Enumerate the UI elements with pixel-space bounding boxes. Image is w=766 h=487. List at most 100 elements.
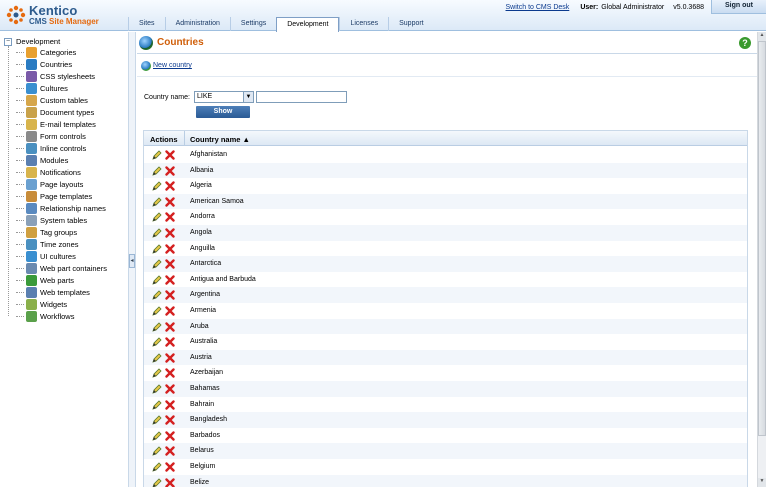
delete-x-icon[interactable]: [165, 321, 175, 332]
tree-item-notifications[interactable]: Notifications: [16, 166, 81, 178]
country-name-cell: Belgium: [190, 463, 216, 470]
tab-administration[interactable]: Administration: [164, 17, 230, 31]
delete-x-icon[interactable]: [165, 290, 175, 301]
tree-item-css-stylesheets[interactable]: CSS stylesheets: [16, 70, 95, 82]
edit-pencil-icon[interactable]: [152, 259, 162, 269]
edit-pencil-icon[interactable]: [152, 275, 162, 285]
edit-pencil-icon[interactable]: [152, 446, 162, 457]
edit-pencil-icon[interactable]: [152, 290, 162, 301]
edit-pencil-icon[interactable]: [152, 181, 162, 191]
delete-x-icon[interactable]: [165, 462, 175, 472]
edit-pencil-icon[interactable]: [152, 462, 162, 472]
vertical-scrollbar[interactable]: ▲ ▼: [757, 32, 766, 487]
delete-x-icon[interactable]: [165, 337, 175, 347]
table-row: Bahrain: [144, 397, 747, 413]
delete-x-icon[interactable]: [165, 477, 175, 487]
tree-item-system-tables[interactable]: System tables: [16, 214, 87, 226]
tree-item-document-types[interactable]: Document types: [16, 106, 94, 118]
tree-connector: [16, 75, 24, 77]
country-name-filter-input[interactable]: [256, 91, 347, 103]
countries-grid: Actions Country name ▲ Afghanistan Albani…: [143, 130, 748, 487]
tab-sites[interactable]: Sites: [128, 17, 165, 31]
help-icon[interactable]: ?: [739, 37, 751, 49]
delete-x-icon[interactable]: [165, 212, 175, 223]
tree-item-tag-groups[interactable]: Tag groups: [16, 226, 77, 238]
edit-pencil-icon[interactable]: [152, 337, 162, 347]
delete-x-icon[interactable]: [165, 353, 175, 363]
tree-item-e-mail-templates[interactable]: E-mail templates: [16, 118, 96, 130]
show-button[interactable]: Show: [196, 106, 250, 118]
tree-root-development[interactable]: − Development: [4, 37, 60, 46]
delete-x-icon[interactable]: [165, 165, 175, 176]
delete-x-icon[interactable]: [165, 368, 175, 379]
switch-to-cms-desk-link[interactable]: Switch to CMS Desk: [506, 4, 570, 11]
table-row: Angola: [144, 225, 747, 241]
edit-pencil-icon[interactable]: [152, 400, 162, 410]
tab-licenses[interactable]: Licenses: [339, 17, 388, 31]
tab-support[interactable]: Support: [388, 17, 434, 31]
delete-x-icon[interactable]: [165, 399, 175, 410]
scrollbar-thumb[interactable]: [758, 41, 766, 436]
tree-item-workflows[interactable]: Workflows: [16, 310, 74, 322]
delete-x-icon[interactable]: [165, 446, 175, 457]
delete-x-icon[interactable]: [165, 259, 175, 269]
tree-item-label: E-mail templates: [40, 119, 96, 129]
edit-pencil-icon[interactable]: [152, 197, 162, 207]
edit-pencil-icon[interactable]: [152, 368, 162, 379]
edit-pencil-icon[interactable]: [152, 478, 162, 487]
tree-item-web-parts[interactable]: Web parts: [16, 274, 74, 286]
edit-pencil-icon[interactable]: [152, 150, 162, 160]
edit-pencil-icon[interactable]: [152, 415, 162, 425]
new-country-globe-icon[interactable]: [141, 61, 151, 71]
edit-pencil-icon[interactable]: [152, 166, 162, 176]
delete-x-icon[interactable]: [165, 181, 175, 191]
delete-x-icon[interactable]: [165, 415, 175, 425]
tree-item-web-part-containers[interactable]: Web part containers: [16, 262, 107, 274]
tree-item-label: System tables: [40, 215, 88, 225]
tab-development[interactable]: Development: [276, 17, 340, 32]
delete-x-icon[interactable]: [165, 228, 175, 238]
delete-x-icon[interactable]: [165, 243, 175, 254]
tree-item-countries[interactable]: Countries: [16, 58, 72, 70]
tree-item-widgets[interactable]: Widgets: [16, 298, 67, 310]
tree-collapse-toggle-icon[interactable]: −: [4, 37, 12, 46]
tree-item-page-templates[interactable]: Page templates: [16, 190, 92, 202]
notification-icon: [26, 166, 37, 178]
tree-item-custom-tables[interactable]: Custom tables: [16, 94, 88, 106]
tree-item-ui-cultures[interactable]: UI cultures: [16, 250, 76, 262]
tree-item-categories[interactable]: Categories: [16, 46, 76, 58]
chevron-down-icon[interactable]: ▼: [243, 92, 253, 102]
delete-x-icon[interactable]: [165, 197, 175, 207]
tree-item-modules[interactable]: Modules: [16, 154, 68, 166]
scroll-up-icon[interactable]: ▲: [758, 32, 766, 41]
edit-pencil-icon[interactable]: [152, 306, 162, 316]
kentico-logo-mark-icon: [6, 5, 26, 25]
delete-x-icon[interactable]: [165, 275, 175, 285]
scroll-down-icon[interactable]: ▼: [758, 478, 766, 487]
filter-operator-select[interactable]: LIKE ▼: [194, 91, 254, 103]
tree-item-relationship-names[interactable]: Relationship names: [16, 202, 106, 214]
delete-x-icon[interactable]: [165, 306, 175, 316]
collapse-panel-icon[interactable]: ◂: [129, 254, 135, 268]
edit-pencil-icon[interactable]: [152, 322, 162, 332]
edit-pencil-icon[interactable]: [152, 353, 162, 363]
edit-pencil-icon[interactable]: [152, 212, 162, 223]
column-header-country-name[interactable]: Country name ▲: [190, 135, 250, 144]
tree-item-cultures[interactable]: Cultures: [16, 82, 68, 94]
tree-item-label: Cultures: [40, 83, 68, 93]
new-country-link[interactable]: New country: [153, 62, 192, 69]
sign-out-button[interactable]: Sign out: [711, 0, 766, 14]
tab-settings[interactable]: Settings: [229, 17, 276, 31]
edit-pencil-icon[interactable]: [152, 431, 162, 441]
tree-item-web-templates[interactable]: Web templates: [16, 286, 90, 298]
delete-x-icon[interactable]: [165, 150, 175, 160]
edit-pencil-icon[interactable]: [152, 228, 162, 238]
edit-pencil-icon[interactable]: [152, 384, 162, 394]
delete-x-icon[interactable]: [165, 384, 175, 394]
tree-item-inline-controls[interactable]: Inline controls: [16, 142, 86, 154]
tree-item-time-zones[interactable]: Time zones: [16, 238, 79, 250]
tree-item-page-layouts[interactable]: Page layouts: [16, 178, 83, 190]
delete-x-icon[interactable]: [165, 431, 175, 441]
tree-item-form-controls[interactable]: Form controls: [16, 130, 86, 142]
edit-pencil-icon[interactable]: [152, 244, 162, 254]
